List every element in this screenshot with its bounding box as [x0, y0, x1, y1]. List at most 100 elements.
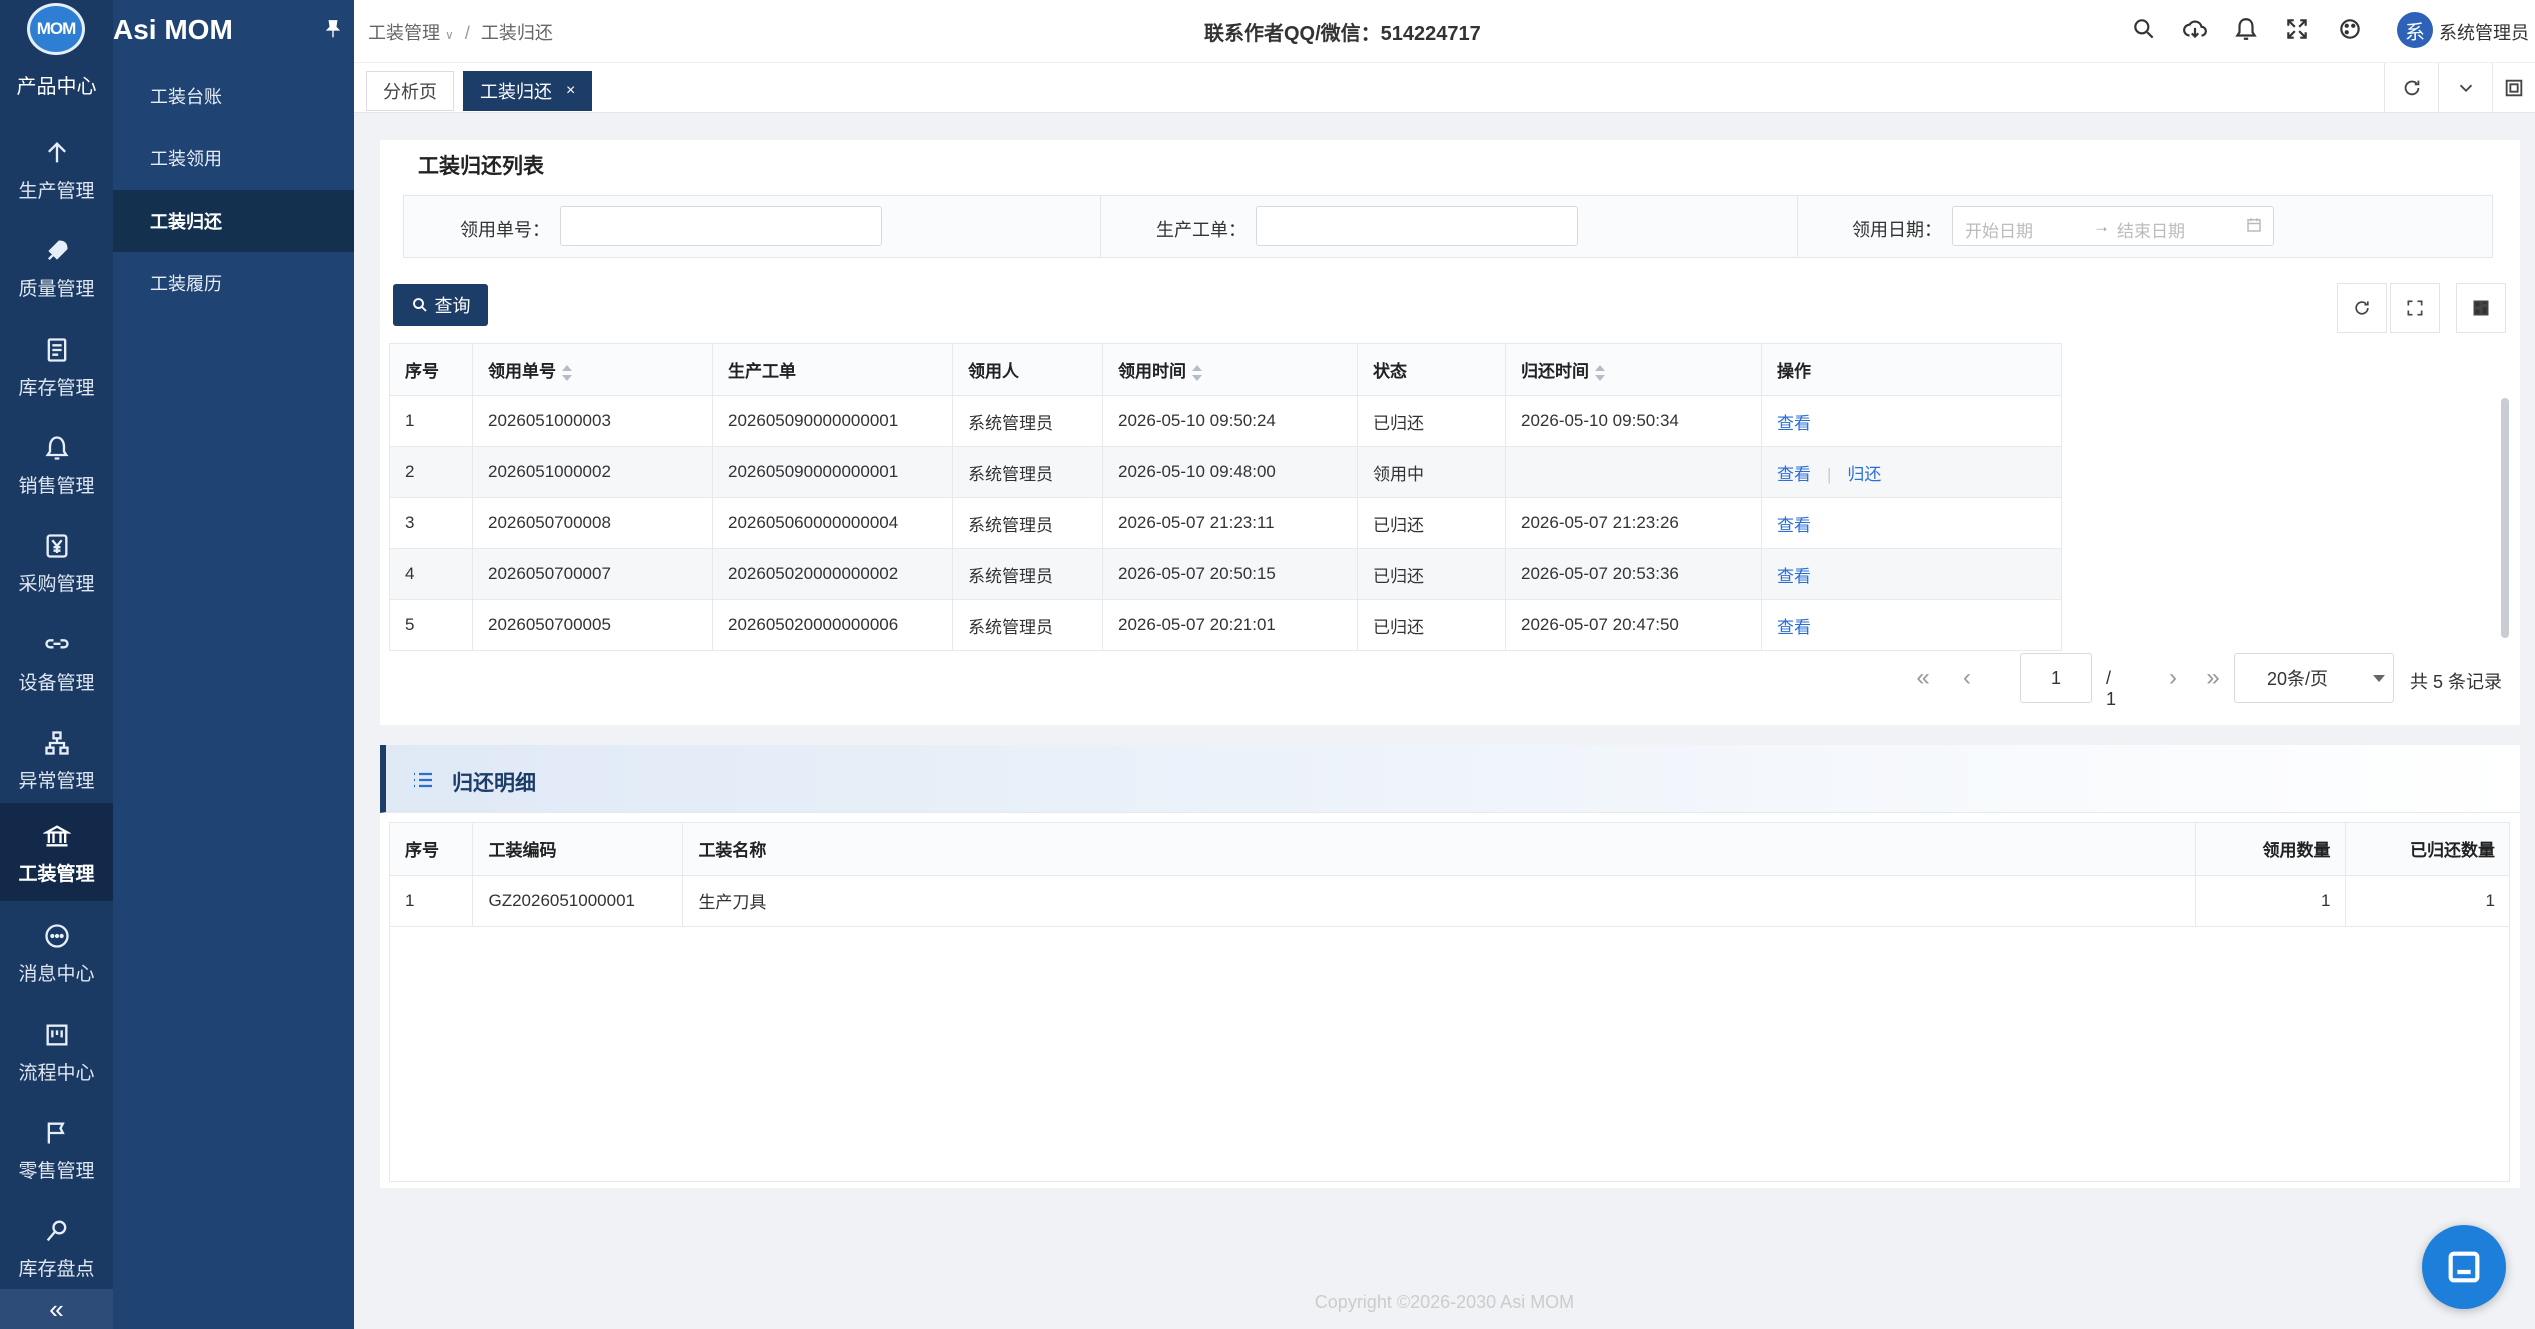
col-return-time[interactable]: 归还时间 — [1505, 343, 1762, 396]
table-scrollbar[interactable] — [2501, 398, 2509, 638]
chevron-down-icon: ∨ — [445, 28, 454, 42]
date-end[interactable]: 结束日期 — [2117, 217, 2185, 242]
bell-icon[interactable] — [2233, 16, 2259, 42]
return-link[interactable]: 归还 — [1847, 465, 1881, 484]
cell-user: 系统管理员 — [952, 395, 1103, 447]
view-link[interactable]: 查看 — [1777, 567, 1811, 586]
cell-return-time: 2026-05-10 09:50:34 — [1505, 395, 1762, 447]
view-link[interactable]: 查看 — [1777, 618, 1811, 637]
rail-item-messages[interactable]: 消息中心 — [0, 903, 113, 1001]
page-size-select[interactable]: 20条/页 — [2234, 653, 2394, 703]
rail-item-product-center[interactable]: 产品中心 — [0, 70, 113, 99]
avatar[interactable]: 系 — [2397, 12, 2433, 48]
fullscreen-icon[interactable] — [2284, 16, 2310, 42]
cell-actions: 查看 | 归还 — [1761, 446, 2062, 498]
tab-analysis[interactable]: 分析页 — [366, 71, 454, 111]
cell-user: 系统管理员 — [952, 446, 1103, 498]
app-logo[interactable]: MOM — [27, 3, 85, 55]
top-header: 工装管理 ∨ / 工装归还 联系作者QQ/微信：514224717 系 系统管理… — [354, 0, 2535, 63]
rail-item-label: 采购管理 — [18, 573, 95, 595]
sort-icon[interactable] — [562, 364, 572, 381]
status-badge: 已归还 — [1357, 599, 1506, 651]
col-index: 序号 — [390, 823, 474, 876]
user-name[interactable]: 系统管理员 — [2439, 19, 2529, 45]
refresh-tab-button[interactable] — [2384, 63, 2438, 113]
table-fullscreen-button[interactable] — [2390, 283, 2440, 333]
bell-money-icon — [40, 431, 74, 465]
detail-card: 归还明细 序号 工装编码 工装名称 领用数量 已归还数量 1 GZ2026051… — [380, 745, 2520, 1188]
table-header-row: 序号 领用单号 生产工单 领用人 领用时间 状态 归还时间 操作 — [389, 343, 2062, 396]
action-divider: | — [1827, 464, 1832, 484]
date-start[interactable]: 开始日期 — [1965, 217, 2033, 242]
cell-actions: 查看 — [1761, 599, 2062, 651]
view-link[interactable]: 查看 — [1777, 414, 1811, 433]
rail-item-production[interactable]: 生产管理 — [0, 120, 113, 218]
col-status: 状态 — [1357, 343, 1506, 396]
breadcrumb-item[interactable]: 工装管理 — [368, 23, 440, 43]
sort-icon[interactable] — [1192, 364, 1202, 381]
work-order-input[interactable] — [1256, 206, 1578, 246]
yen-icon — [40, 529, 74, 563]
rail-item-workflow[interactable]: 流程中心 — [0, 1002, 113, 1100]
cell-actions: 查看 — [1761, 548, 2062, 600]
maximize-tab-button[interactable] — [2492, 63, 2535, 113]
submenu-item-ledger[interactable]: 工装台账 — [113, 65, 354, 127]
rail-item-sales[interactable]: 销售管理 — [0, 415, 113, 513]
rail-item-inventory[interactable]: 库存管理 — [0, 317, 113, 415]
col-index: 序号 — [389, 343, 473, 396]
table-row[interactable]: 2 2026051000002 202605090000000001 系统管理员… — [389, 446, 2062, 498]
palette-icon[interactable] — [2337, 16, 2363, 42]
assistant-button[interactable] — [2422, 1225, 2506, 1309]
query-button[interactable]: 查询 — [393, 284, 488, 326]
rail-item-equipment[interactable]: 设备管理 — [0, 612, 113, 710]
col-order-no[interactable]: 领用单号 — [472, 343, 713, 396]
prev-page-icon[interactable]: ‹ — [1952, 653, 1982, 703]
table-row[interactable]: 4 2026050700007 202605020000000002 系统管理员… — [389, 548, 2062, 600]
submenu-item-checkout[interactable]: 工装领用 — [113, 127, 354, 189]
collapse-sidebar-button[interactable]: « — [0, 1289, 113, 1329]
grid-icon — [2473, 300, 2489, 316]
date-range-picker[interactable]: 开始日期 → 结束日期 — [1952, 206, 2274, 246]
pin-icon[interactable] — [322, 18, 344, 40]
refresh-table-button[interactable] — [2337, 283, 2387, 333]
rail-item-stocktaking[interactable]: 库存盘点 — [0, 1198, 113, 1296]
submenu-item-history[interactable]: 工装履历 — [113, 252, 354, 314]
view-link[interactable]: 查看 — [1777, 465, 1811, 484]
cell-order-no: 2026051000002 — [472, 446, 713, 498]
rail-item-exception[interactable]: 异常管理 — [0, 710, 113, 808]
filter-order-no: 领用单号： — [404, 196, 1101, 257]
next-page-icon[interactable]: › — [2158, 653, 2188, 703]
rail-item-label: 工装管理 — [18, 863, 95, 885]
close-icon[interactable]: × — [566, 82, 575, 100]
last-page-icon[interactable]: » — [2198, 653, 2228, 703]
sort-icon[interactable] — [1595, 364, 1605, 381]
tab-tool-return[interactable]: 工装归还 × — [463, 71, 593, 111]
submenu-item-return[interactable]: 工装归还 — [113, 190, 354, 252]
table-row[interactable]: 5 2026050700005 202605020000000006 系统管理员… — [389, 599, 2062, 651]
order-no-input[interactable] — [560, 206, 882, 246]
table-row[interactable]: 3 2026050700008 202605060000000004 系统管理员… — [389, 497, 2062, 549]
first-page-icon[interactable]: « — [1908, 653, 1938, 703]
rail-item-tooling[interactable]: 工装管理 — [0, 803, 113, 901]
rail-item-quality[interactable]: 质量管理 — [0, 218, 113, 316]
column-settings-button[interactable] — [2456, 283, 2506, 333]
breadcrumb-item: 工装归还 — [480, 23, 553, 43]
table-row[interactable]: 1 GZ2026051000001 生产刀具 1 1 — [390, 875, 2509, 927]
view-link[interactable]: 查看 — [1777, 516, 1811, 535]
board-icon — [40, 1018, 74, 1052]
table-row[interactable]: 1 2026051000003 202605090000000001 系统管理员… — [389, 395, 2062, 447]
rail-item-retail[interactable]: 零售管理 — [0, 1100, 113, 1198]
tab-menu-button[interactable] — [2438, 63, 2492, 113]
cell-returned-qty: 1 — [2345, 875, 2509, 927]
col-take-time[interactable]: 领用时间 — [1102, 343, 1358, 396]
page-number-input[interactable]: 1 — [2020, 653, 2092, 703]
cell-take-time: 2026-05-07 20:21:01 — [1102, 599, 1358, 651]
rail-item-purchase[interactable]: 采购管理 — [0, 513, 113, 611]
cloud-download-icon[interactable] — [2182, 16, 2208, 42]
rail-item-label: 库存管理 — [18, 377, 95, 399]
org-chart-icon — [40, 726, 74, 760]
cell-index: 2 — [389, 446, 473, 498]
rail-item-label: 设备管理 — [18, 672, 95, 694]
search-icon[interactable] — [2131, 16, 2157, 42]
cell-actions: 查看 — [1761, 497, 2062, 549]
